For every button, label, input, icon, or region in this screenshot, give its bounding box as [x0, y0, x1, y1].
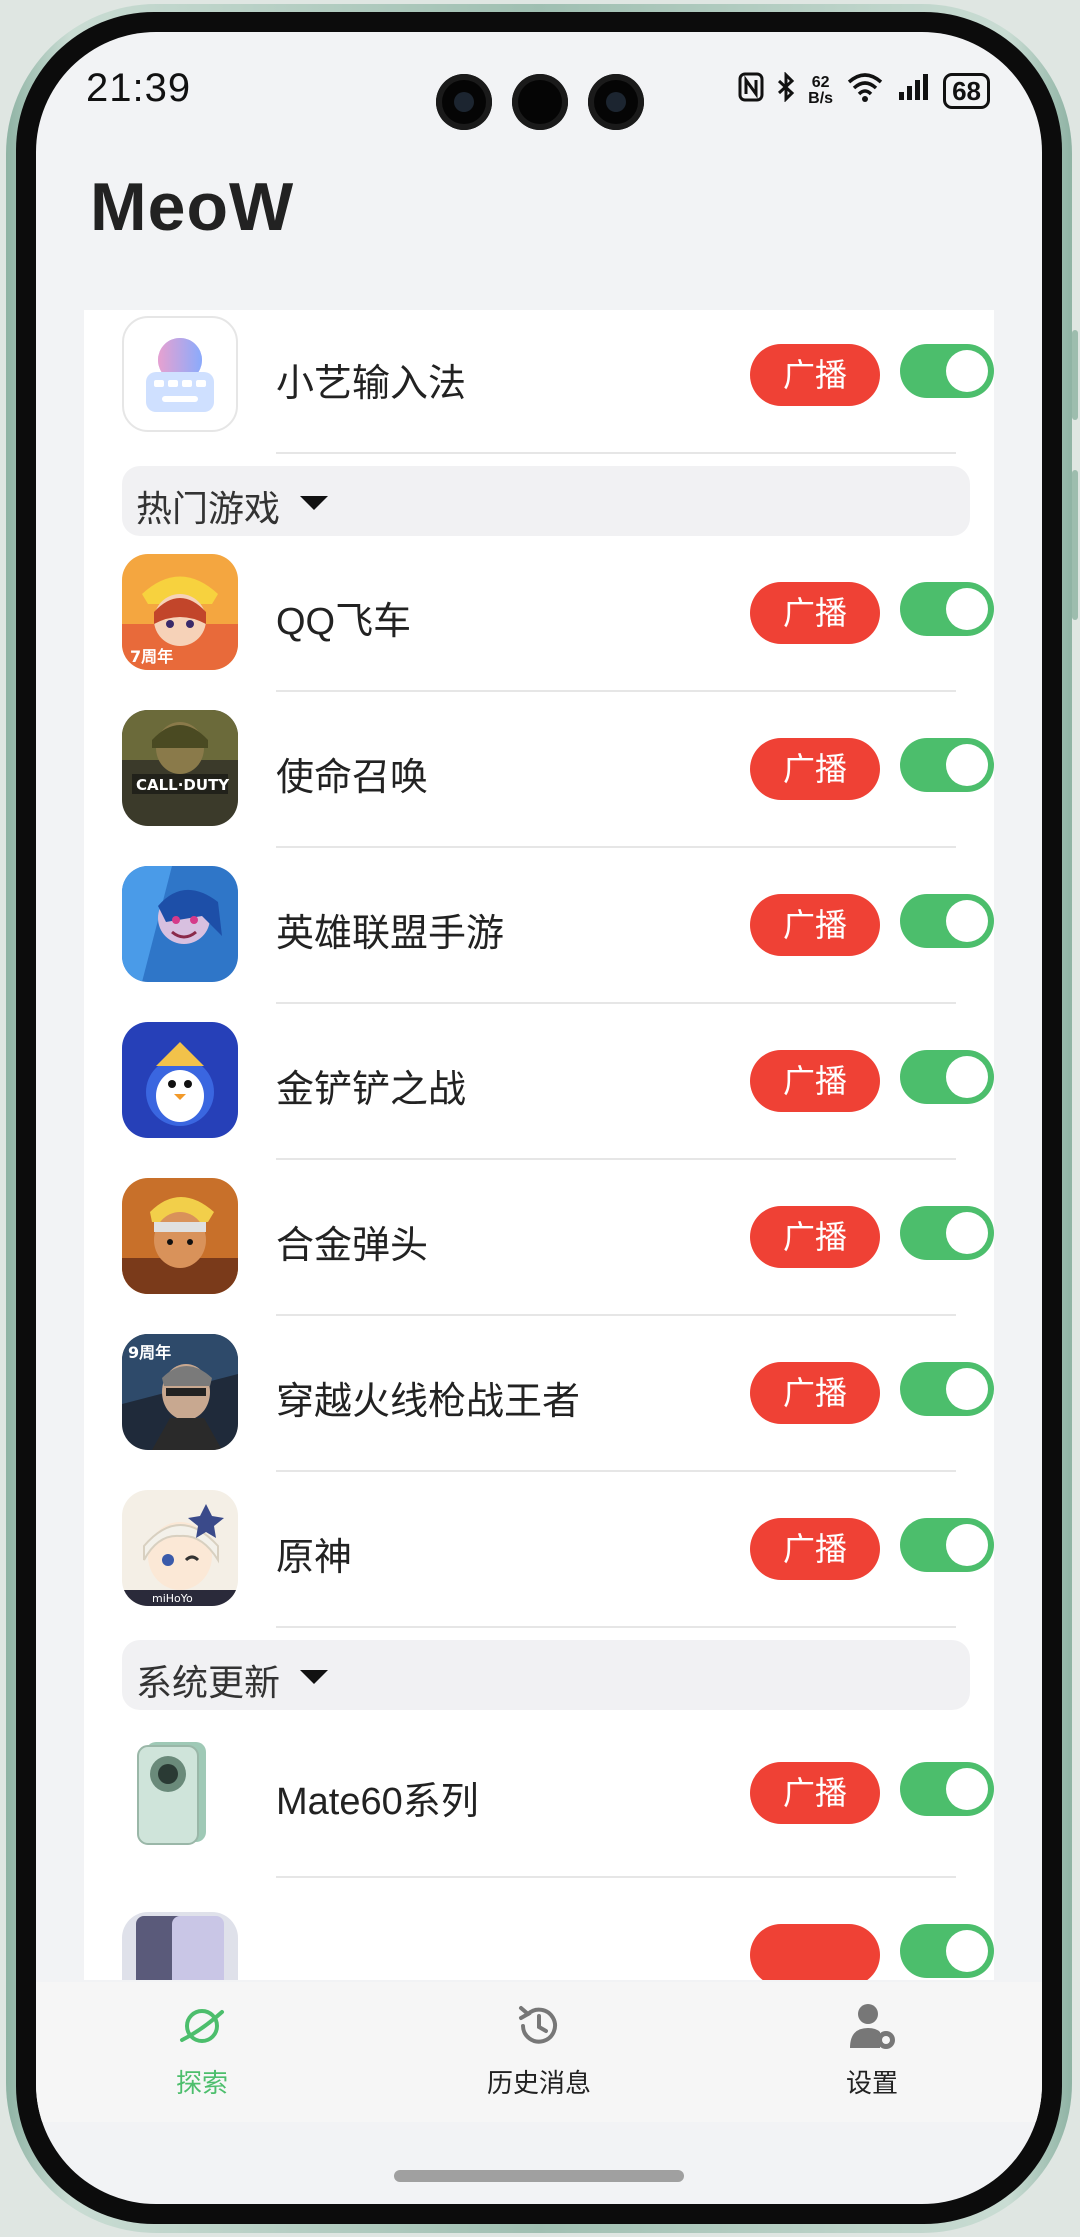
- broadcast-button[interactable]: [750, 1924, 880, 1980]
- row-divider: [276, 1626, 956, 1628]
- chevron-down-icon: [300, 496, 328, 510]
- nav-label: 设置: [845, 2068, 898, 2098]
- svg-text:CALL·DUTY: CALL·DUTY: [136, 776, 230, 794]
- app-name: 穿越火线枪战王者: [276, 1381, 581, 1423]
- list-item[interactable]: Mate60系列 广播: [84, 1710, 994, 1878]
- app-name: Mate60系列: [276, 1781, 479, 1823]
- list-item[interactable]: 小艺输入法 广播: [84, 310, 994, 454]
- wifi-icon: [845, 72, 885, 109]
- app-list[interactable]: 小艺输入法 广播 热门游戏 7周年 QQ飞车 广播 CALL·DUTY 使命召唤…: [84, 310, 994, 1980]
- broadcast-button[interactable]: 广播: [750, 1362, 880, 1424]
- enable-toggle[interactable]: [900, 1362, 994, 1416]
- call-of-duty-icon: CALL·DUTY: [122, 710, 238, 826]
- nav-label: 探索: [175, 2068, 228, 2098]
- app-name: 使命召唤: [276, 757, 429, 799]
- svg-text:miHoYo: miHoYo: [152, 1592, 193, 1605]
- signal-icon: [897, 72, 931, 109]
- front-sensor: [512, 74, 568, 130]
- history-icon: [519, 2006, 557, 2044]
- nav-settings[interactable]: 设置: [772, 2000, 972, 2100]
- enable-toggle[interactable]: [900, 1924, 994, 1978]
- status-bar: 21:39 62 B/s 68: [36, 32, 1042, 152]
- user-settings-icon: [850, 2004, 895, 2049]
- list-item[interactable]: 9周年 穿越火线枪战王者 广播: [84, 1316, 994, 1472]
- net-speed-unit: B/s: [808, 89, 834, 107]
- mate60-phone-icon: [122, 1734, 238, 1850]
- enable-toggle[interactable]: [900, 1050, 994, 1104]
- app-name: 小艺输入法: [276, 363, 467, 405]
- enable-toggle[interactable]: [900, 738, 994, 792]
- league-of-legends-icon: [122, 866, 238, 982]
- row-divider: [276, 452, 956, 454]
- net-speed-value: 62: [811, 73, 830, 91]
- section-title: 系统更新: [136, 1662, 281, 1703]
- enable-toggle[interactable]: [900, 894, 994, 948]
- broadcast-button[interactable]: 广播: [750, 1762, 880, 1824]
- golden-spatula-icon: [122, 1022, 238, 1138]
- qq-speed-icon: 7周年: [122, 554, 238, 670]
- crossfire-icon: 9周年: [122, 1334, 238, 1450]
- app-name: 合金弹头: [276, 1225, 429, 1267]
- broadcast-button[interactable]: 广播: [750, 1518, 880, 1580]
- list-item[interactable]: [84, 1878, 994, 1980]
- screen: 21:39 62 B/s 68 MeoW 小艺输入法 广播 热门游戏 7周年 Q…: [36, 32, 1042, 2204]
- status-icons: 62 B/s 68: [738, 71, 990, 109]
- bluetooth-icon: [776, 71, 796, 109]
- page-title: MeoW: [90, 169, 295, 245]
- nav-label: 历史消息: [486, 2068, 591, 2098]
- section-header-hot-games[interactable]: 热门游戏: [122, 466, 970, 536]
- volume-button: [1072, 330, 1078, 420]
- app-name: QQ飞车: [276, 601, 412, 643]
- app-name: 英雄联盟手游: [276, 913, 505, 955]
- chevron-down-icon: [300, 1670, 328, 1684]
- front-camera-left: [436, 74, 492, 130]
- list-item[interactable]: miHoYo 原神 广播: [84, 1472, 994, 1628]
- svg-text:7周年: 7周年: [130, 647, 173, 666]
- list-item[interactable]: 英雄联盟手游 广播: [84, 848, 994, 1004]
- bottom-nav: 探索 历史消息 设置: [36, 1982, 1042, 2122]
- enable-toggle[interactable]: [900, 582, 994, 636]
- broadcast-button[interactable]: 广播: [750, 738, 880, 800]
- enable-toggle[interactable]: [900, 1206, 994, 1260]
- genshin-icon: miHoYo: [122, 1490, 238, 1606]
- nav-explore[interactable]: 探索: [102, 2000, 302, 2100]
- phone-product-icon: [122, 1912, 238, 1980]
- app-name: 原神: [276, 1537, 353, 1579]
- broadcast-button[interactable]: 广播: [750, 894, 880, 956]
- nfc-icon: [738, 72, 764, 109]
- list-item[interactable]: 金铲铲之战 广播: [84, 1004, 994, 1160]
- xiaoyi-input-icon: [122, 316, 238, 432]
- enable-toggle[interactable]: [900, 1762, 994, 1816]
- broadcast-button[interactable]: 广播: [750, 582, 880, 644]
- svg-text:9周年: 9周年: [128, 1343, 171, 1362]
- metal-slug-icon: [122, 1178, 238, 1294]
- planet-icon: [180, 2009, 224, 2043]
- section-header-system-update[interactable]: 系统更新: [122, 1640, 970, 1710]
- broadcast-button[interactable]: 广播: [750, 1206, 880, 1268]
- list-item[interactable]: 7周年 QQ飞车 广播: [84, 536, 994, 692]
- front-camera-right: [588, 74, 644, 130]
- nav-history[interactable]: 历史消息: [439, 2000, 639, 2100]
- battery-indicator: 68: [943, 72, 990, 109]
- list-item[interactable]: CALL·DUTY 使命召唤 广播: [84, 692, 994, 848]
- section-title: 热门游戏: [136, 488, 281, 529]
- home-indicator[interactable]: [394, 2170, 684, 2182]
- power-button: [1072, 470, 1078, 620]
- enable-toggle[interactable]: [900, 344, 994, 398]
- status-time: 21:39: [86, 66, 192, 110]
- list-item[interactable]: 合金弹头 广播: [84, 1160, 994, 1316]
- broadcast-button[interactable]: 广播: [750, 344, 880, 406]
- broadcast-button[interactable]: 广播: [750, 1050, 880, 1112]
- app-name: 金铲铲之战: [276, 1069, 467, 1111]
- enable-toggle[interactable]: [900, 1518, 994, 1572]
- net-speed: 62 B/s: [808, 73, 834, 107]
